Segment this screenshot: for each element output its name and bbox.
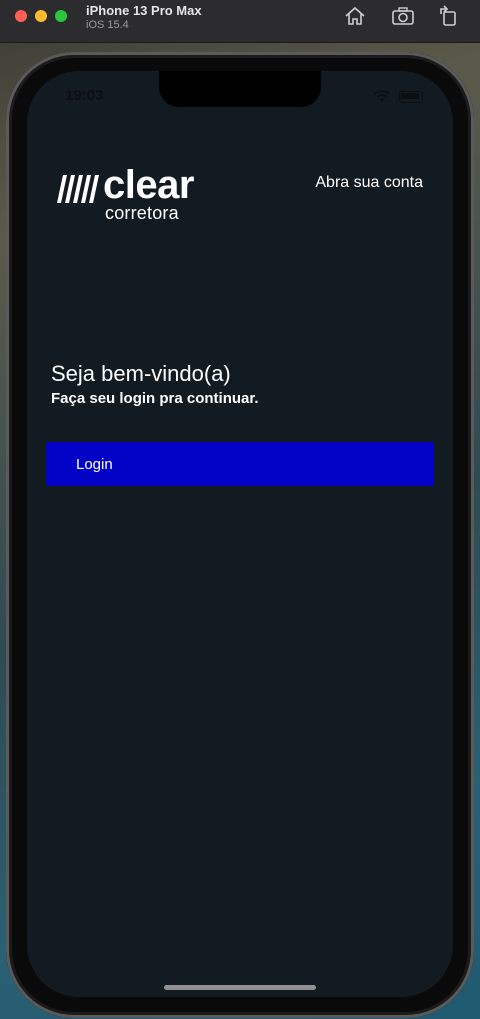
logo-stripes-icon: [57, 175, 99, 203]
rotate-icon: [440, 5, 456, 26]
screenshot-button[interactable]: [390, 4, 416, 28]
open-account-link[interactable]: Abra sua conta: [315, 174, 423, 192]
iphone-frame: 19:03 clear corretora Abra sua conta Sej…: [6, 52, 474, 1018]
logo-wordmark: clear: [103, 163, 194, 207]
status-icons: [373, 90, 423, 103]
welcome-title: Seja bem-vindo(a): [51, 361, 231, 386]
wifi-icon: [373, 90, 391, 103]
welcome-subtitle: Faça seu login pra continuar.: [51, 390, 259, 407]
battery-icon: [399, 90, 423, 103]
login-button[interactable]: Login: [46, 442, 434, 486]
home-button[interactable]: [342, 4, 368, 28]
app-screen: 19:03 clear corretora Abra sua conta Sej…: [27, 71, 453, 997]
rotate-button[interactable]: [436, 4, 462, 28]
device-name: iPhone 13 Pro Max: [86, 3, 202, 18]
close-window-button[interactable]: [15, 10, 27, 22]
os-version: iOS 15.4: [86, 19, 129, 31]
logo-subtitle: corretora: [105, 203, 179, 223]
simulator-title-bar: iPhone 13 Pro Max iOS 15.4: [0, 0, 480, 43]
minimize-window-button[interactable]: [35, 10, 47, 22]
device-notch: [159, 71, 321, 107]
home-indicator[interactable]: [164, 985, 316, 990]
zoom-window-button[interactable]: [55, 10, 67, 22]
status-time: 19:03: [65, 87, 104, 104]
home-icon: [345, 6, 365, 25]
screenshot-icon: [392, 7, 414, 25]
clear-corretora-logo: clear corretora: [57, 165, 217, 227]
